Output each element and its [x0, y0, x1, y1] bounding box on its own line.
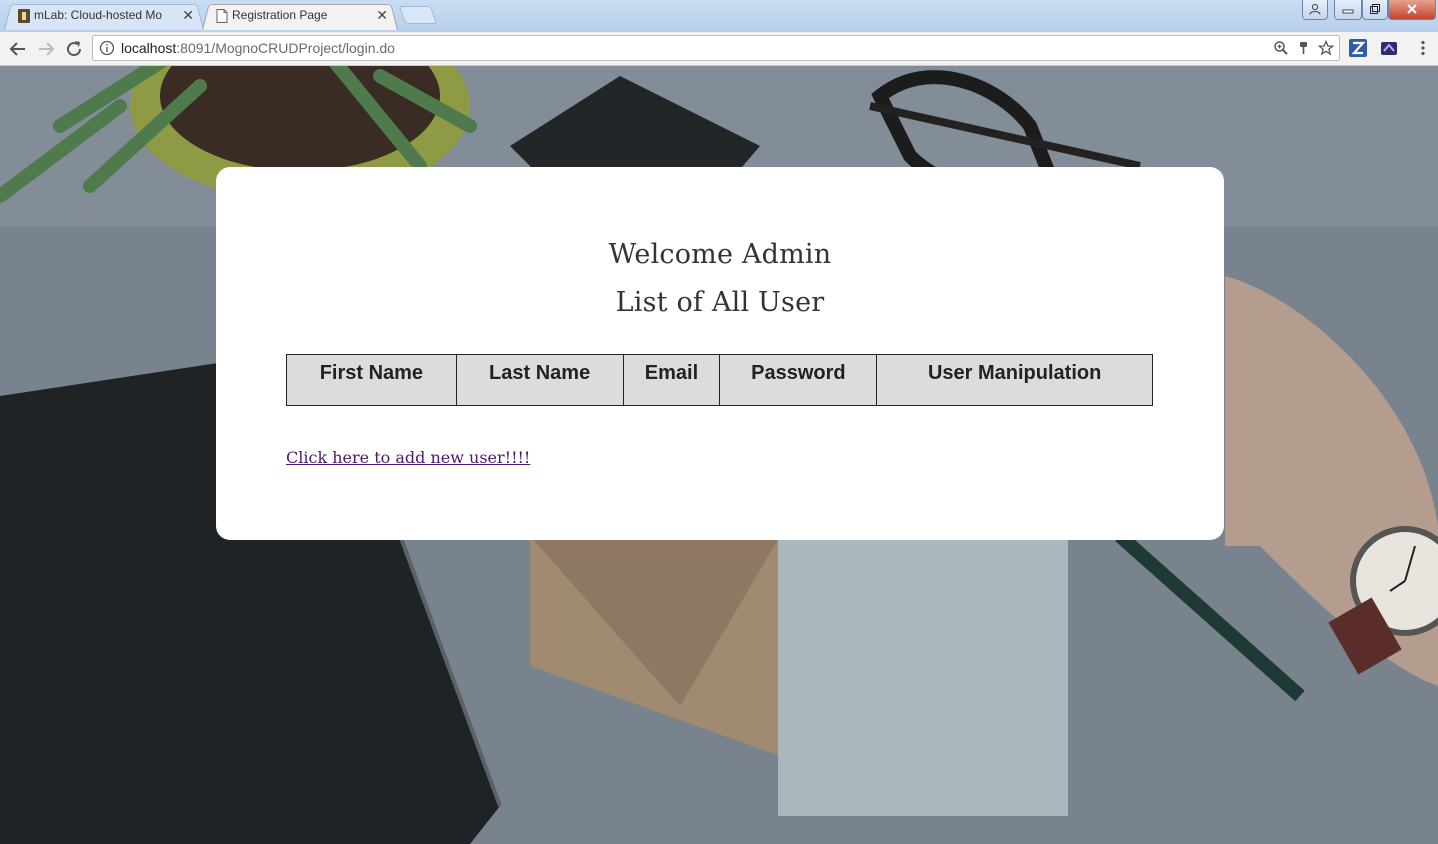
extension-icon[interactable] — [1380, 39, 1398, 57]
browser-toolbar: localhost:8091/MognoCRUDProject/login.do — [0, 32, 1438, 66]
info-icon[interactable] — [99, 40, 115, 56]
close-icon[interactable]: ✕ — [376, 2, 388, 28]
column-header-user-manipulation: User Manipulation — [876, 354, 1153, 406]
tab-strip: mLab: Cloud-hosted Mo ✕ Registration Pag… — [0, 0, 1438, 32]
address-bar[interactable]: localhost:8091/MognoCRUDProject/login.do — [92, 35, 1340, 61]
add-new-user-link[interactable]: Click here to add new user!!!! — [286, 448, 530, 467]
close-icon[interactable]: ✕ — [182, 2, 194, 28]
zoom-icon[interactable] — [1273, 40, 1289, 56]
page-subtitle: List of All User — [615, 287, 825, 318]
tab-registration[interactable]: Registration Page ✕ — [202, 2, 398, 30]
tab-mlab[interactable]: mLab: Cloud-hosted Mo ✕ — [4, 2, 204, 30]
page-favicon-icon — [216, 9, 228, 23]
profile-button[interactable] — [1302, 0, 1328, 20]
minimize-button[interactable] — [1334, 0, 1362, 20]
bookmark-star-icon[interactable] — [1318, 40, 1334, 56]
column-header-last-name: Last Name — [455, 354, 624, 406]
url-text[interactable]: localhost:8091/MognoCRUDProject/login.do — [121, 40, 395, 56]
back-arrow-icon[interactable] — [6, 37, 30, 61]
tab-label: mLab: Cloud-hosted Mo — [34, 8, 163, 22]
mlab-favicon-icon — [18, 9, 30, 23]
users-table: First Name Last Name Email Password User… — [286, 354, 1153, 406]
key-icon[interactable] — [1296, 40, 1312, 56]
maximize-button[interactable] — [1362, 0, 1388, 20]
close-window-button[interactable] — [1388, 0, 1436, 20]
forward-arrow-icon[interactable] — [34, 37, 58, 61]
column-header-email: Email — [622, 354, 721, 406]
zotero-extension-icon[interactable] — [1349, 39, 1367, 57]
minimize-icon — [1342, 9, 1354, 14]
new-tab-button[interactable] — [398, 6, 438, 24]
restore-icon — [1370, 4, 1380, 14]
close-window-icon — [1407, 4, 1417, 14]
page-viewport: Welcome Admin List of All User First Nam… — [0, 66, 1438, 844]
person-icon — [1309, 3, 1321, 15]
column-header-password: Password — [719, 354, 878, 406]
admin-panel-card: Welcome Admin List of All User First Nam… — [216, 167, 1224, 540]
reload-icon[interactable] — [62, 37, 86, 61]
page-title: Welcome Admin — [608, 239, 832, 270]
column-header-first-name: First Name — [286, 354, 457, 406]
tab-label: Registration Page — [232, 8, 328, 22]
menu-dots-icon[interactable] — [1414, 39, 1432, 57]
table-header-row: First Name Last Name Email Password User… — [286, 354, 1153, 406]
